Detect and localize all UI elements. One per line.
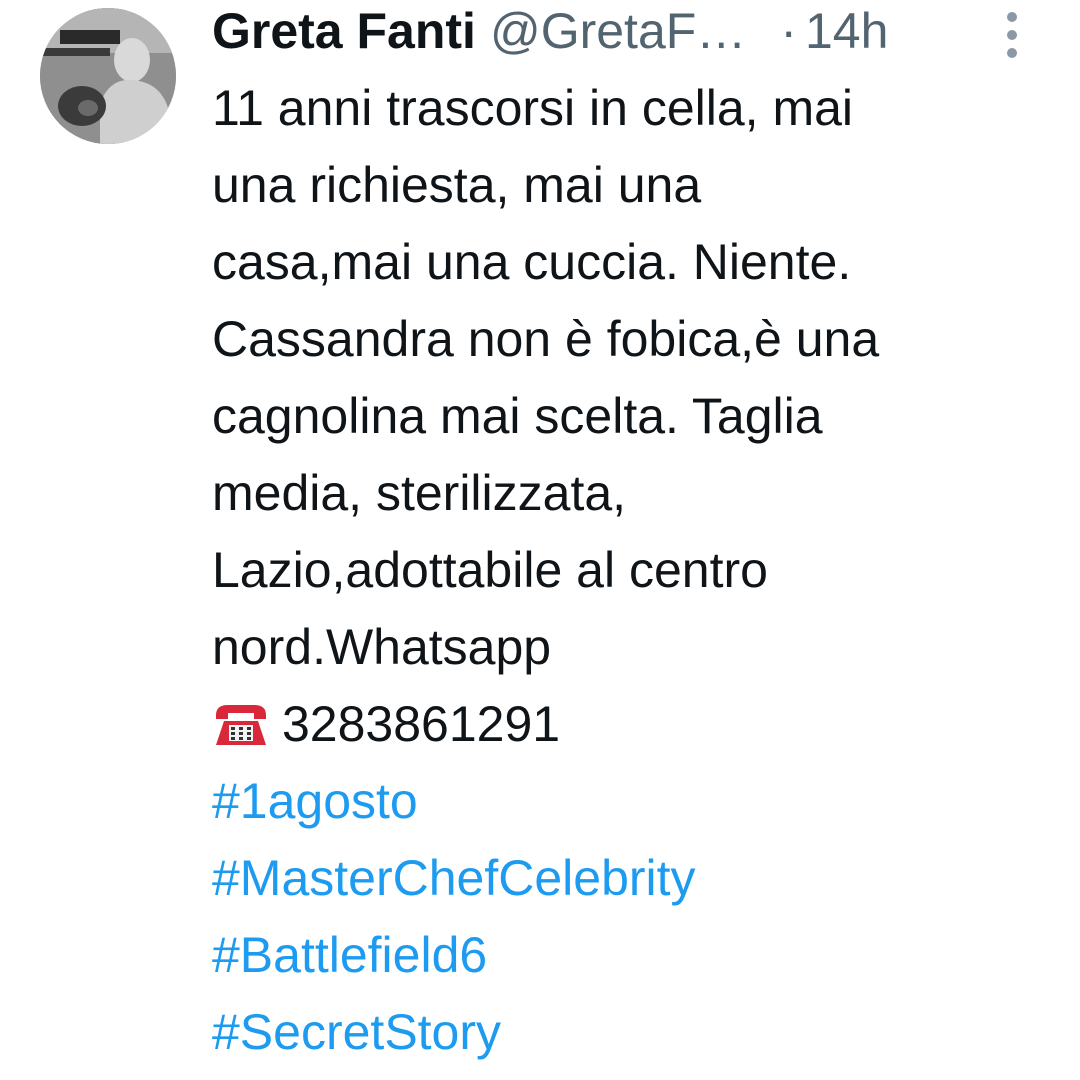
- hashtag-link[interactable]: #SecretStory: [212, 994, 1052, 1071]
- tweet-text-line: una richiesta, mai una: [212, 157, 702, 213]
- hashtag-link[interactable]: #MasterChefCelebrity: [212, 840, 1052, 917]
- author-name[interactable]: Greta Fanti: [212, 2, 476, 60]
- tweet-text-line: cagnolina mai scelta. Taglia: [212, 388, 823, 444]
- tweet-text-line: Lazio,adottabile al centro: [212, 542, 768, 598]
- hashtag-link[interactable]: #Battlefield6: [212, 917, 1052, 994]
- tweet-text: 11 anni trascorsi in cella, mai una rich…: [212, 70, 1052, 1071]
- tweet-text-line: media, sterilizzata,: [212, 465, 627, 521]
- avatar-image: [40, 8, 176, 144]
- tweet-text-line: casa,mai una cuccia. Niente.: [212, 234, 852, 290]
- author-handle[interactable]: @GretaF…: [490, 2, 746, 60]
- header-separator: ·: [780, 3, 797, 59]
- more-options-icon[interactable]: [1000, 12, 1024, 58]
- phone-line: 3283861291: [212, 686, 1052, 763]
- tweet-text-line: nord.Whatsapp: [212, 619, 552, 675]
- timestamp[interactable]: 14h: [805, 2, 888, 60]
- phone-number[interactable]: 3283861291: [282, 696, 560, 752]
- avatar[interactable]: [40, 8, 176, 144]
- hashtag-link[interactable]: #1agosto: [212, 763, 1052, 840]
- tweet-header: Greta Fanti @GretaF… · 14h: [212, 0, 1012, 62]
- tweet-text-line: 11 anni trascorsi in cella, mai: [212, 80, 854, 136]
- tweet-text-line: Cassandra non è fobica,è una: [212, 311, 880, 367]
- telephone-icon: [212, 701, 270, 747]
